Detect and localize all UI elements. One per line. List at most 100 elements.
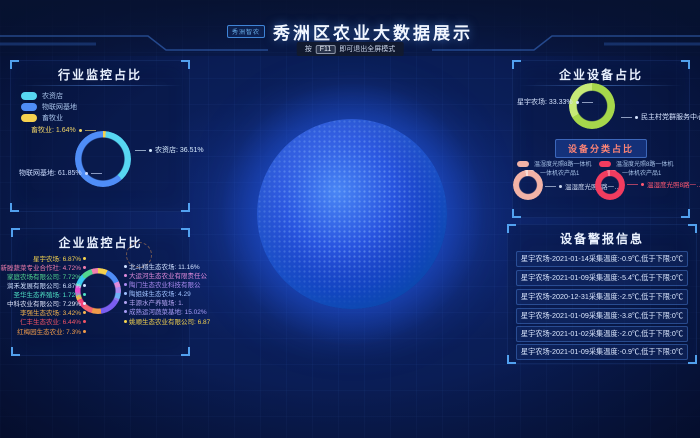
alerts-panel-title: 设备警报信息 bbox=[508, 230, 696, 247]
label-dot bbox=[83, 302, 86, 305]
label-dot bbox=[83, 266, 86, 269]
callout-line bbox=[85, 130, 96, 131]
enterprise-label: 红梅园生态农业: 7.3% bbox=[14, 326, 86, 336]
globe-dot-map bbox=[257, 119, 447, 309]
callout-dot bbox=[559, 185, 562, 188]
callout-dot bbox=[576, 101, 579, 104]
callout-text: 农资店: 36.51% bbox=[155, 145, 204, 155]
callout-text: 星宇农场: 33.33% bbox=[517, 97, 573, 107]
page-title: 秀洲区农业大数据展示 bbox=[273, 19, 473, 44]
panel-industry-monitor: 行业监控占比 农资店 物联网基地 畜牧业 畜牧业: 1.64% 农资店: 36.… bbox=[10, 60, 190, 212]
legend-label: 一体机农产品1 bbox=[622, 168, 661, 177]
panel-equipment: 企业设备占比 星宇农场: 33.33% 民主村党群服务中心 设备分类占比 温湿度… bbox=[512, 60, 690, 218]
label-text: 成熟运河蔬菜基地: 15.02% bbox=[129, 306, 207, 316]
device-class-donut-right[interactable] bbox=[595, 170, 625, 200]
device-class-donut-left[interactable] bbox=[513, 170, 543, 200]
legend-label: 温湿度光照8路一体机 bbox=[616, 159, 673, 168]
panel-corner bbox=[10, 203, 19, 212]
callout-line bbox=[545, 186, 556, 187]
legend-label: 温湿度光照8路一体机 bbox=[534, 159, 591, 168]
panel-corner bbox=[181, 203, 190, 212]
callout-line bbox=[621, 117, 632, 118]
fullscreen-hint: 按 F11 即可退出全屏模式 bbox=[297, 42, 404, 56]
device-legend-item[interactable]: 温湿度光照8路一体机 bbox=[599, 159, 673, 168]
label-text: 红梅园生态农业: 7.3% bbox=[17, 326, 81, 336]
equipment-callout-left: 星宇农场: 33.33% bbox=[517, 97, 593, 107]
callout-dot bbox=[641, 183, 644, 186]
legend-label: 一体机农产品1 bbox=[540, 168, 579, 177]
legend-swatch bbox=[21, 92, 37, 100]
label-text: 姚顺生态农业有限公司: 6.87 bbox=[129, 316, 210, 326]
label-dot bbox=[124, 310, 127, 313]
legend-swatch bbox=[21, 114, 37, 122]
panel-corner bbox=[181, 347, 190, 356]
label-dot bbox=[83, 275, 86, 278]
globe-visualization[interactable] bbox=[257, 119, 447, 309]
dashboard-root: 秀洲智农 秀洲区农业大数据展示 按 F11 即可退出全屏模式 行业监控占比 农资… bbox=[0, 0, 700, 438]
callout-text: 物联网基地: 61.85% bbox=[19, 168, 82, 178]
legend-swatch bbox=[21, 103, 37, 111]
equipment-panel-title: 企业设备占比 bbox=[513, 66, 689, 83]
panel-corner bbox=[688, 355, 697, 364]
f11-keycap: F11 bbox=[316, 45, 336, 54]
label-dot bbox=[83, 320, 86, 323]
enterprise-label: 姚顺生态农业有限公司: 6.87 bbox=[124, 316, 210, 326]
callout-text: 温湿度光照8路一… bbox=[647, 179, 700, 189]
alert-row: 星宇农场-2020-12-31采集温度:-2.5℃,低于下限:0℃ bbox=[516, 289, 688, 305]
panel-corner bbox=[681, 209, 690, 218]
panel-enterprise-monitor: 企业监控占比 星宇农场: 6.87% 新塍蔬菜专业合作社: 4.72% 家庭农场… bbox=[11, 228, 190, 356]
label-text: 仁丰生态农业: 6.44% bbox=[20, 316, 81, 326]
callout-text: 民主村党群服务中心 bbox=[641, 112, 700, 122]
panel-corner bbox=[512, 209, 521, 218]
industry-panel-title: 行业监控占比 bbox=[11, 66, 189, 83]
legend-label: 农资店 bbox=[42, 91, 63, 101]
legend-label: 畜牧业 bbox=[42, 113, 63, 123]
label-dot bbox=[83, 330, 86, 333]
device-callout-right: 温湿度光照8路一… bbox=[627, 179, 700, 189]
hint-suffix: 即可退出全屏模式 bbox=[339, 44, 395, 54]
alert-row: 星宇农场-2021-01-14采集温度:-0.9℃,低于下限:0℃ bbox=[516, 251, 688, 267]
label-dot bbox=[124, 320, 127, 323]
device-legend-item[interactable]: 温湿度光照8路一体机 bbox=[517, 159, 591, 168]
legend-item-farm-store[interactable]: 农资店 bbox=[21, 91, 63, 101]
label-dot bbox=[124, 274, 127, 277]
legend-swatch bbox=[599, 161, 611, 167]
divider bbox=[17, 85, 183, 86]
panel-corner bbox=[507, 355, 516, 364]
enterprise-panel-title: 企业监控占比 bbox=[12, 234, 189, 251]
callout-line bbox=[135, 150, 146, 151]
callout-dot bbox=[149, 149, 152, 152]
logo-badge: 秀洲智农 bbox=[227, 25, 265, 38]
header-bar: 秀洲智农 秀洲区农业大数据展示 按 F11 即可退出全屏模式 bbox=[0, 0, 700, 56]
panel-device-alerts: 设备警报信息 星宇农场-2021-01-14采集温度:-0.9℃,低于下限:0℃… bbox=[507, 224, 697, 364]
alert-row: 星宇农场-2021-01-09采集温度:-3.8℃,低于下限:0℃ bbox=[516, 308, 688, 324]
alert-row: 星宇农场-2021-01-09采集温度:-0.9℃,低于下限:0℃ bbox=[516, 344, 688, 360]
legend-item-husbandry[interactable]: 畜牧业 bbox=[21, 113, 63, 123]
equipment-callout-right: 民主村党群服务中心 bbox=[621, 112, 700, 122]
callout-dot bbox=[635, 116, 638, 119]
alert-row: 星宇农场-2021-01-09采集温度:-5.4℃,低于下限:0℃ bbox=[516, 270, 688, 286]
callout-text: 畜牧业: 1.64% bbox=[31, 125, 76, 135]
device-class-title: 设备分类占比 bbox=[555, 139, 647, 158]
industry-callout-iot-base: 物联网基地: 61.85% bbox=[19, 168, 102, 178]
industry-callout-husbandry: 畜牧业: 1.64% bbox=[31, 125, 96, 135]
label-dot bbox=[124, 283, 127, 286]
callout-line bbox=[627, 184, 638, 185]
legend-swatch bbox=[517, 161, 529, 167]
hint-prefix: 按 bbox=[305, 44, 312, 54]
industry-callout-farm-store: 农资店: 36.51% bbox=[135, 145, 204, 155]
label-dot bbox=[83, 257, 86, 260]
industry-donut-chart[interactable] bbox=[75, 131, 131, 187]
legend-label: 物联网基地 bbox=[42, 102, 77, 112]
alert-row: 星宇农场-2021-01-02采集温度:-2.0℃,低于下限:0℃ bbox=[516, 326, 688, 342]
legend-item-iot-base[interactable]: 物联网基地 bbox=[21, 102, 77, 112]
callout-dot bbox=[79, 129, 82, 132]
callout-line bbox=[91, 173, 102, 174]
callout-line bbox=[582, 102, 593, 103]
enterprise-label: 成熟运河蔬菜基地: 15.02% bbox=[124, 306, 207, 316]
label-dot bbox=[83, 284, 86, 287]
callout-dot bbox=[85, 172, 88, 175]
label-dot bbox=[83, 311, 86, 314]
panel-corner bbox=[11, 347, 20, 356]
label-dot bbox=[124, 301, 127, 304]
